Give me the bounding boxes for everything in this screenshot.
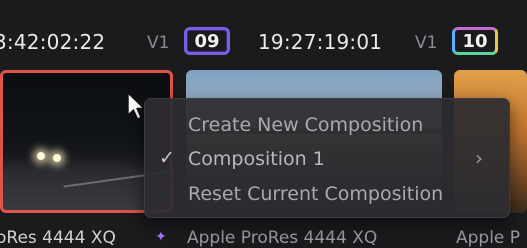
clip-track: V1	[147, 33, 170, 53]
clip-codec-label: oRes 4444 XQ	[0, 228, 116, 248]
checkmark-icon: ✓	[159, 147, 175, 169]
car-headlights	[37, 152, 77, 166]
clip-timecode: 19:27:19:01	[258, 30, 383, 54]
menu-item-composition-1[interactable]: Composition 1	[188, 144, 488, 174]
sparkle-icon: ✦	[155, 229, 167, 245]
menu-item-label: Create New Composition	[188, 114, 424, 136]
menu-item-reset-current-composition[interactable]: Reset Current Composition	[188, 179, 443, 209]
context-menu: Create New Composition ✓ Composition 1 ›…	[144, 98, 510, 218]
clip-number-badge: 10	[452, 27, 498, 55]
clip-timecode: 3:42:02:22	[0, 30, 106, 54]
timecode-header-row: 3:42:02:22 V1 09 19:27:19:01 V1 10	[0, 20, 527, 66]
menu-item-label: Reset Current Composition	[188, 183, 444, 205]
chevron-right-icon: ›	[475, 146, 483, 170]
clip-number-badge: 09	[184, 27, 230, 55]
clip-track: V1	[415, 33, 438, 53]
clip-codec-label: Apple ProRes 4444 XQ	[187, 228, 378, 248]
menu-item-create-new-composition[interactable]: Create New Composition	[188, 110, 423, 140]
clip-thumbnail-strip: 3:42:02:22 V1 09 19:27:19:01 V1 10 oRes …	[0, 0, 527, 248]
menu-item-label: Composition 1	[188, 148, 325, 170]
clip-codec-label: Apple P	[456, 228, 521, 248]
